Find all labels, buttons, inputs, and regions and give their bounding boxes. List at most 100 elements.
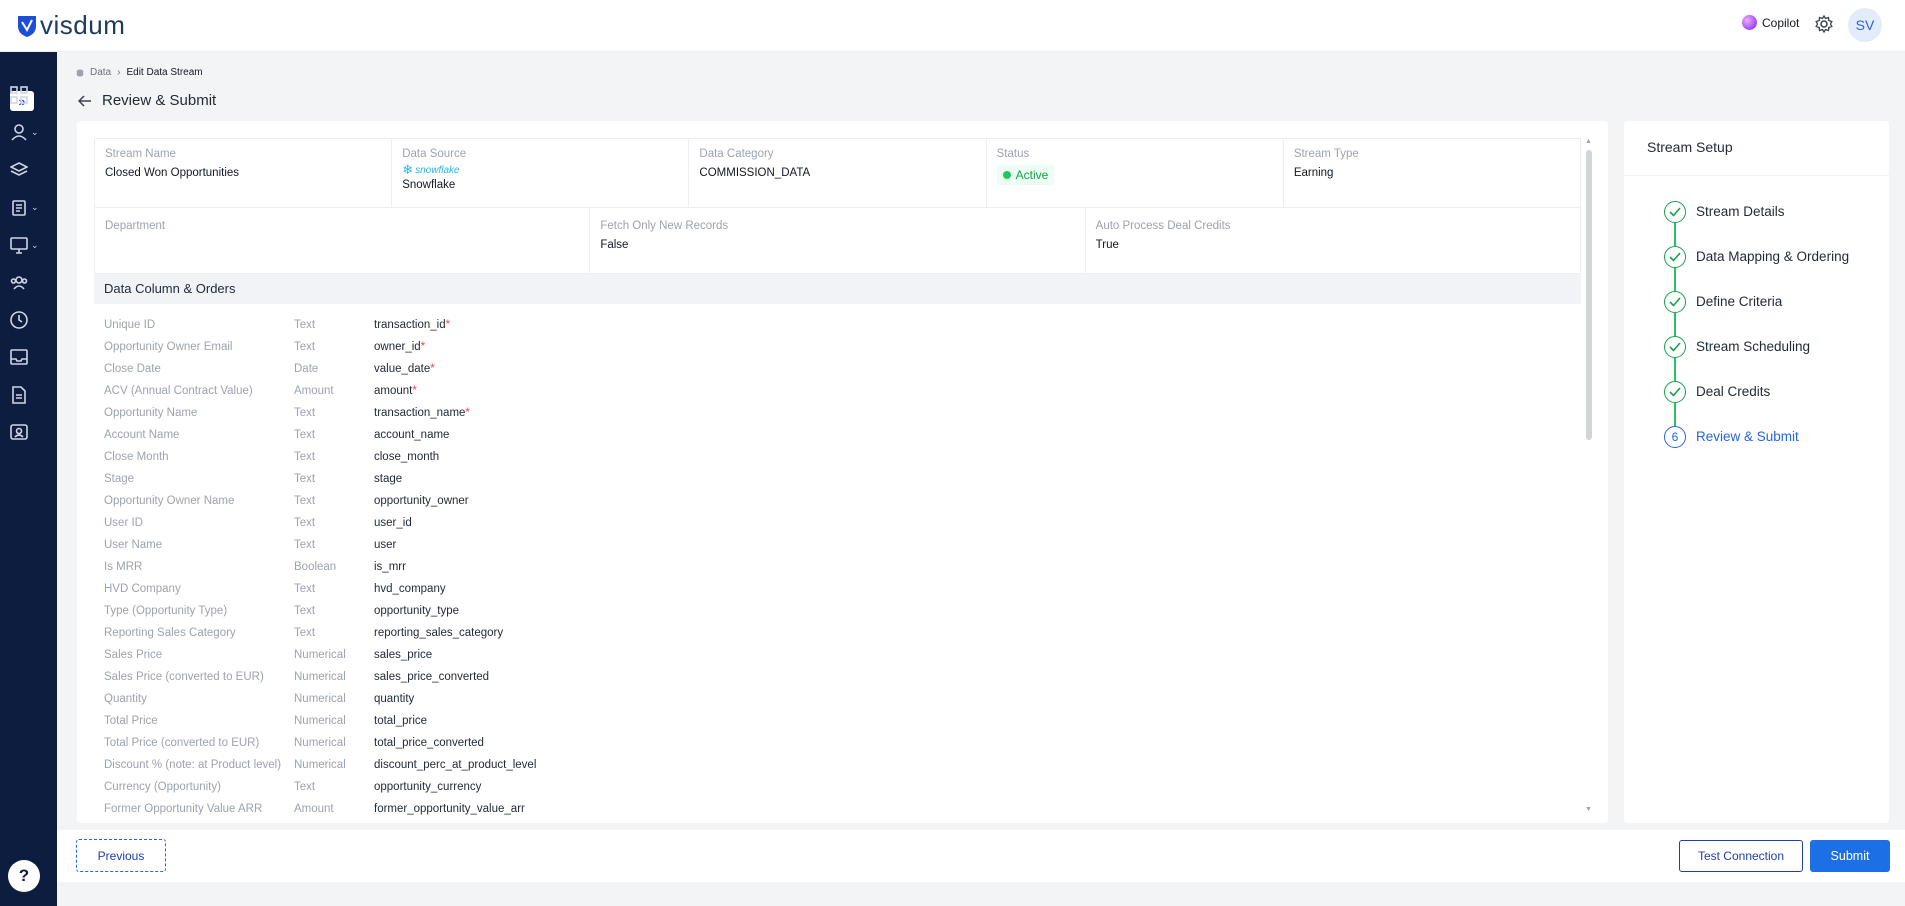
column-field-name: transaction_id (374, 319, 446, 331)
column-row: User Name Text user (94, 534, 1581, 556)
chevron-right-icon: › (117, 67, 121, 78)
column-display-name: Sales Price (converted to EUR) (104, 671, 264, 683)
column-field: sales_price_converted (374, 671, 489, 683)
column-display-name: User Name (104, 539, 163, 551)
column-display-name: HVD Company (104, 583, 181, 595)
data-category-cell: Data Category COMMISSION_DATA (689, 139, 987, 207)
step-stream-scheduling[interactable]: Stream Scheduling (1664, 336, 1849, 381)
column-field-name: opportunity_type (374, 605, 460, 617)
step-data-mapping-ordering[interactable]: Data Mapping & Ordering (1664, 246, 1849, 291)
footer-bar: Previous Test Connection Submit (57, 830, 1905, 882)
page-title: Review & Submit (78, 92, 216, 109)
column-type: Numerical (294, 715, 346, 727)
breadcrumb: Data › Edit Data Stream (76, 67, 203, 78)
avatar[interactable]: SV (1848, 8, 1882, 42)
column-display-name: Reporting Sales Category (104, 627, 236, 639)
step-connector (1674, 403, 1676, 426)
scroll-down-icon[interactable]: ▼ (1585, 806, 1592, 813)
back-arrow-icon[interactable] (78, 94, 92, 107)
column-field: value_date* (374, 363, 435, 375)
column-row: Opportunity Owner Email Text owner_id* (94, 336, 1581, 358)
step-complete-icon (1664, 336, 1686, 358)
column-field: transaction_name* (374, 407, 470, 419)
column-display-name: Is MRR (104, 561, 143, 573)
step-label: Data Mapping & Ordering (1696, 249, 1850, 264)
team-icon[interactable] (10, 269, 46, 295)
column-row: Currency (Opportunity) Text opportunity_cu… (94, 776, 1581, 798)
column-type: Text (294, 583, 316, 595)
inbox-icon[interactable] (10, 344, 46, 370)
layers-icon[interactable] (10, 157, 46, 183)
column-field: owner_id* (374, 341, 425, 353)
column-row: Opportunity Owner Name Text opportunity_ow… (94, 490, 1581, 512)
stream-name-value: Closed Won Opportunities (105, 167, 240, 179)
scrollbar-thumb[interactable] (1586, 150, 1592, 440)
data-source-value: Snowflake (402, 179, 456, 191)
scroll-up-icon[interactable]: ▲ (1585, 138, 1592, 145)
auto-process-cell: Auto Process Deal Credits True (1086, 207, 1580, 273)
department-cell: Department (95, 207, 591, 273)
column-field-name: user_id (374, 517, 412, 529)
clock-icon[interactable] (10, 307, 46, 333)
column-field: total_price_converted (374, 737, 484, 749)
column-type: Text (294, 319, 316, 331)
column-field-name: user (374, 539, 397, 551)
column-type: Text (294, 605, 316, 617)
user-icon[interactable]: ⌄ (10, 119, 46, 145)
scrollbar[interactable]: ▲ ▼ (1585, 138, 1592, 818)
step-label: Review & Submit (1696, 429, 1799, 444)
column-display-name: Total Price (104, 715, 158, 727)
copilot-icon (1742, 15, 1757, 30)
required-marker: * (465, 407, 470, 419)
step-review-submit[interactable]: 6 Review & Submit (1664, 426, 1849, 471)
column-field: amount* (374, 385, 417, 397)
column-field-name: stage (374, 473, 403, 485)
stream-type-label: Stream Type (1293, 148, 1359, 160)
column-field-name: amount (374, 385, 413, 397)
column-field-name: hvd_company (374, 583, 446, 595)
column-row: Former Opportunity Value ARR Amount former… (94, 798, 1581, 820)
step-define-criteria[interactable]: Define Criteria (1664, 291, 1849, 336)
summary-row-1: Stream Name Closed Won Opportunities Dat… (94, 138, 1581, 208)
submit-button[interactable]: Submit (1810, 840, 1890, 872)
column-display-name: Currency (Opportunity) (104, 781, 221, 793)
page-title-text: Review & Submit (102, 92, 217, 109)
column-field-name: sales_price (374, 649, 433, 661)
column-type: Numerical (294, 693, 346, 705)
check-icon (1669, 387, 1681, 397)
column-display-name: Account Name (104, 429, 180, 441)
copilot-button[interactable]: Copilot (1742, 15, 1799, 30)
column-type: Text (294, 539, 316, 551)
top-bar: visdum Copilot SV (0, 0, 1905, 52)
gear-icon[interactable] (1814, 14, 1834, 34)
help-button[interactable]: ? (8, 860, 40, 892)
monitor-icon[interactable]: ⌄ (10, 232, 46, 258)
column-field: user_id (374, 517, 412, 529)
snowflake-icon: ❄ (402, 162, 414, 177)
column-type: Text (294, 473, 316, 485)
document-icon[interactable] (10, 382, 46, 408)
test-connection-button[interactable]: Test Connection (1679, 840, 1803, 872)
logo[interactable]: visdum (16, 10, 125, 41)
stream-name-label: Stream Name (105, 148, 176, 160)
step-deal-credits[interactable]: Deal Credits (1664, 381, 1849, 426)
snowflake-logo: ❄ snowflake (402, 162, 678, 178)
column-field: sales_price (374, 649, 432, 661)
column-display-name: Type (Opportunity Type) (104, 605, 228, 617)
column-row: Sales Price Numerical sales_price (94, 644, 1581, 666)
clipboard-icon[interactable]: ⌄ (10, 194, 46, 220)
column-field-name: value_date (374, 363, 431, 375)
column-field-name: total_price_converted (374, 737, 484, 749)
breadcrumb-root[interactable]: Data (90, 67, 111, 78)
dashboard-icon[interactable] (10, 82, 46, 108)
step-connector (1674, 313, 1676, 336)
previous-button[interactable]: Previous (76, 839, 166, 872)
chevron-down-icon: ⌄ (31, 126, 39, 137)
step-stream-details[interactable]: Stream Details (1664, 201, 1849, 246)
fetch-only-new-value: False (600, 239, 629, 251)
column-field-name: reporting_sales_category (374, 627, 504, 639)
column-field-name: owner_id (374, 341, 421, 353)
fetch-only-new-cell: Fetch Only New Records False (590, 207, 1086, 273)
id-card-icon[interactable] (10, 419, 46, 445)
column-display-name: Close Month (104, 451, 169, 463)
